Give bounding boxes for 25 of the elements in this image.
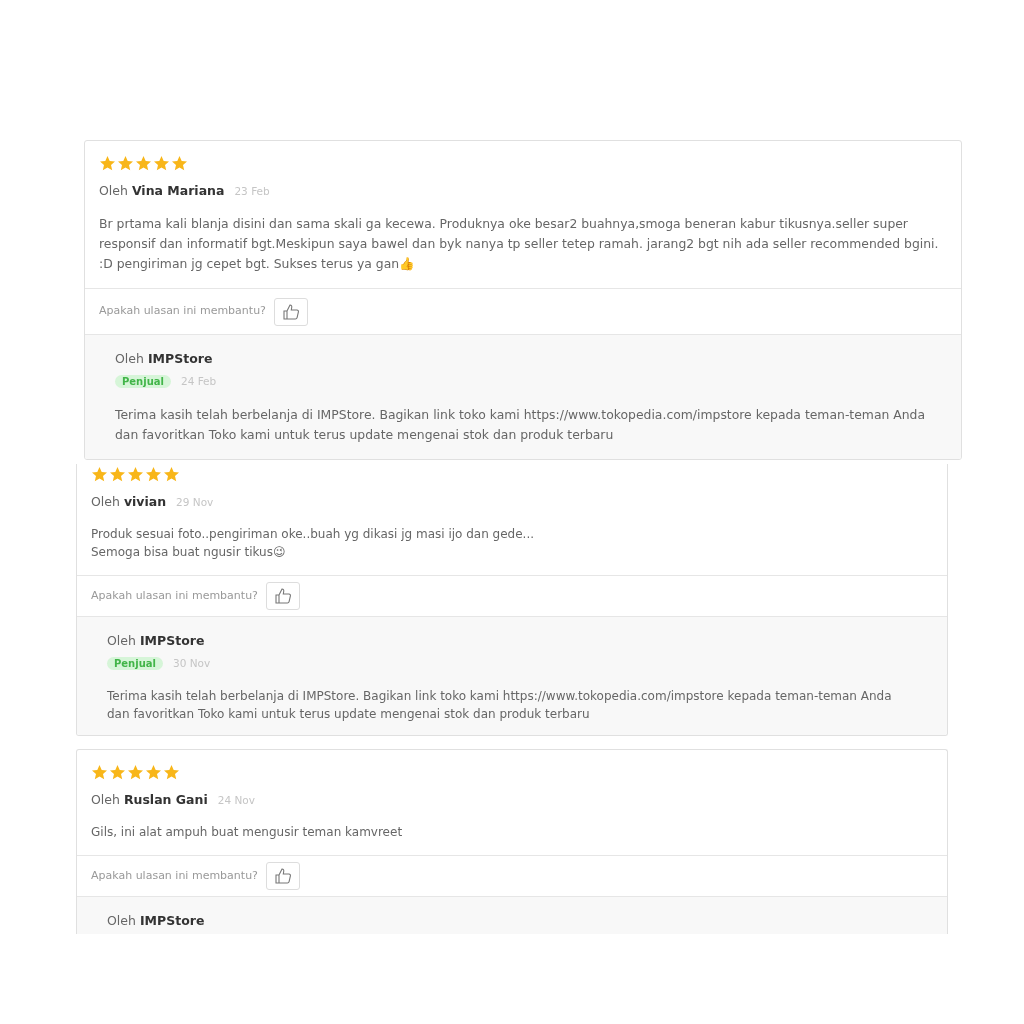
- like-button[interactable]: [265, 862, 300, 890]
- thumbs-up-icon: [281, 302, 300, 321]
- review-date: 24 Nov: [217, 794, 255, 806]
- review-text: Br prtama kali blanja disini dan sama skali ga kecewa. Produknya oke besar2 buahnya,smoga beneran kabur tikusnya.seller super responsif dan informatif bgt.Meskipun saya bawel dan byk nanya tp seller tetep ramah. jarang2 bgt nih ada seller recommended bgini. :D pengiriman jg cepet bgt. Sukses terus ya gan👍: [99, 215, 940, 273]
- reviewer-name: Oleh vivian: [91, 494, 167, 509]
- review-date: 23 Feb: [234, 185, 270, 197]
- thumbs-up-icon: [273, 587, 292, 605]
- helpful-question: Apakah ulasan ini membantu?: [91, 587, 258, 604]
- reply-text: Terima kasih telah berbelanja di IMPStore. Bagikan link toko kami https://www.tokopedia.com/impstore kepada teman-teman Anda dan favoritkan Toko kami untuk terus update mengenai stok dan produk terbaru: [115, 406, 927, 444]
- review-text: Produk sesuai foto..pengiriman oke..buah yg dikasi jg masi ijo dan gede... Semoga bisa buat ngusir tikus😉: [91, 526, 536, 561]
- seller-badge: Penjual: [107, 657, 163, 670]
- seller-name: Oleh IMPStore: [107, 912, 205, 930]
- helpful-question: Apakah ulasan ini membantu?: [99, 303, 266, 320]
- seller-badge: Penjual: [115, 375, 171, 388]
- thumbs-up-icon: [273, 867, 292, 885]
- review-text: Gils, ini alat ampuh buat mengusir teman kamvreet: [91, 824, 404, 841]
- review-date: 29 Nov: [176, 496, 214, 508]
- seller-name: Oleh IMPStore: [115, 350, 213, 368]
- like-button[interactable]: [265, 582, 300, 610]
- reviewer-name: Oleh Ruslan Gani: [91, 792, 208, 807]
- reply-text: Terima kasih telah berbelanja di IMPStore. Bagikan link toko kami https://www.tokopedia.com/impstore kepada teman-teman Anda dan favoritkan Toko kami untuk terus update mengenai stok dan produk terbaru: [107, 688, 893, 723]
- reviewer-name: Oleh Vina Mariana: [99, 183, 225, 198]
- helpful-question: Apakah ulasan ini membantu?: [91, 867, 258, 884]
- like-button[interactable]: [273, 297, 308, 326]
- seller-name: Oleh IMPStore: [107, 632, 205, 650]
